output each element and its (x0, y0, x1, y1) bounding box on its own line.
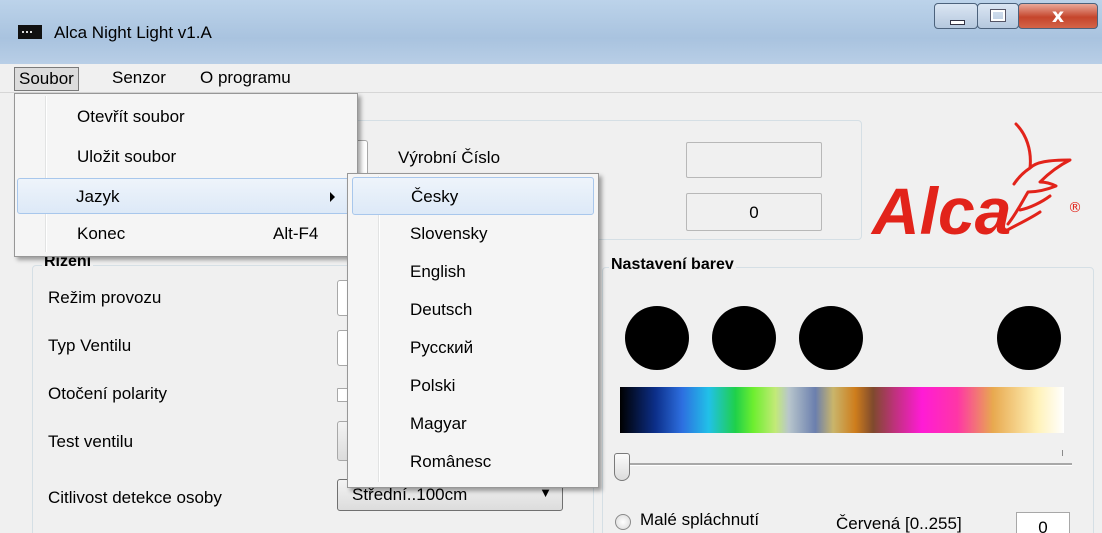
bird-icon (1002, 122, 1072, 234)
language-item-label: Deutsch (410, 300, 473, 319)
menu-o-programu[interactable]: O programu (196, 67, 295, 89)
close-icon: x (1051, 5, 1065, 27)
colors-group-title: Nastavení barev (609, 256, 736, 274)
small-flush-label: Malé spláchnutí (640, 510, 760, 529)
menuitem-exit-shortcut: Alt-F4 (273, 224, 319, 243)
alca-logo: Alca ® (870, 122, 1082, 248)
minimize-button[interactable] (934, 3, 978, 29)
language-item-cesky[interactable]: Česky (352, 177, 594, 215)
language-item-english[interactable]: English (352, 253, 594, 291)
menuitem-open-file-label: Otevřít soubor (77, 107, 185, 126)
operation-mode-label: Režim provozu (48, 288, 162, 307)
logo-text: Alca (870, 174, 1011, 248)
serial-number-label: Výrobní Číslo (398, 148, 501, 167)
sensitivity-label: Citlivost detekce osoby (48, 488, 222, 507)
language-item-polski[interactable]: Polski (352, 367, 594, 405)
polarity-label: Otočení polarity (48, 384, 168, 403)
language-item-label: Slovensky (410, 224, 488, 243)
sensitivity-value: Střední..100cm (352, 485, 468, 504)
color-slider-thumb[interactable] (614, 453, 630, 481)
maximize-button[interactable] (977, 3, 1019, 29)
registered-mark: ® (1068, 200, 1082, 216)
minimize-icon (950, 20, 965, 25)
window-title: Alca Night Light v1.A (54, 23, 212, 42)
language-item-russian[interactable]: Русский (352, 329, 594, 367)
valve-test-label: Test ventilu (48, 432, 134, 451)
slider-tick (1062, 450, 1063, 456)
language-item-label: Magyar (410, 414, 467, 433)
submenu-arrow-icon (330, 192, 335, 202)
menuitem-save-file[interactable]: Uložit soubor (17, 139, 353, 175)
maximize-icon (990, 9, 1006, 22)
menuitem-exit-label: Konec (77, 224, 126, 243)
serial-number-field (686, 142, 822, 178)
app-icon (18, 25, 42, 39)
language-item-label: Românesc (410, 452, 492, 471)
language-menu: Česky Slovensky English Deutsch Русский … (347, 173, 599, 488)
menuitem-open-file[interactable]: Otevřít soubor (17, 99, 353, 135)
valve-type-label: Typ Ventilu (48, 336, 132, 355)
soubor-menu: Otevřít soubor Uložit soubor Jazyk Konec… (14, 93, 358, 257)
menu-bar: Soubor Senzor O programu (0, 64, 1102, 93)
language-item-label: Česky (411, 187, 459, 206)
menuitem-language-label: Jazyk (76, 187, 120, 206)
language-item-label: Русский (410, 338, 474, 357)
menu-soubor[interactable]: Soubor (14, 67, 79, 91)
small-flush-radio[interactable] (615, 514, 631, 530)
menuitem-save-file-label: Uložit soubor (77, 147, 177, 166)
language-item-deutsch[interactable]: Deutsch (352, 291, 594, 329)
language-item-romanesc[interactable]: Românesc (352, 443, 594, 481)
menuitem-exit[interactable]: Konec Alt-F4 (17, 216, 353, 252)
color-dot-2[interactable] (712, 306, 776, 370)
app-window: Alca Night Light v1.A x Soubor Senzor O … (0, 0, 1102, 533)
close-button[interactable]: x (1018, 3, 1098, 29)
red-label: Červená [0..255] (836, 514, 962, 533)
color-dot-1[interactable] (625, 306, 689, 370)
color-slider-track[interactable] (614, 463, 1072, 466)
language-item-magyar[interactable]: Magyar (352, 405, 594, 443)
title-bar[interactable]: Alca Night Light v1.A x (0, 0, 1102, 64)
menuitem-language[interactable]: Jazyk (17, 178, 353, 214)
language-item-label: English (410, 262, 466, 281)
count-field: 0 (686, 193, 822, 231)
color-dot-4[interactable] (997, 306, 1061, 370)
language-item-label: Polski (410, 376, 456, 395)
menu-senzor[interactable]: Senzor (108, 67, 170, 89)
language-item-slovensky[interactable]: Slovensky (352, 215, 594, 253)
color-dot-3[interactable] (799, 306, 863, 370)
red-value-input[interactable]: 0 (1016, 512, 1070, 533)
color-spectrum[interactable] (620, 387, 1064, 433)
